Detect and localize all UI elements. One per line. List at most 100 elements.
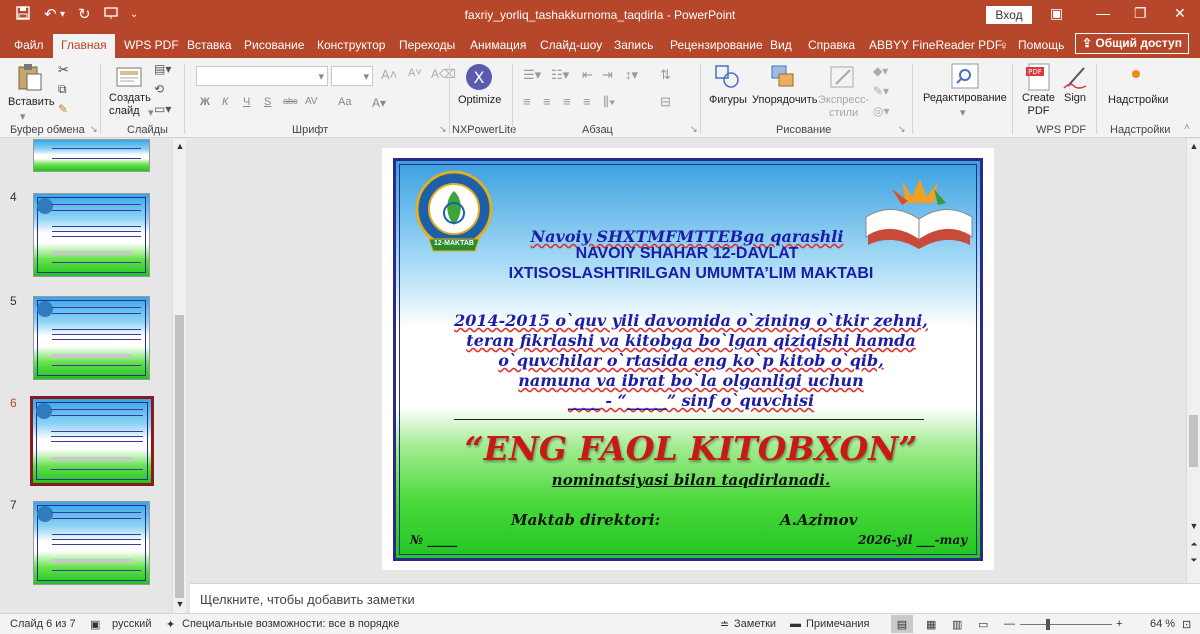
cut-icon[interactable]: ✂ [58,62,69,78]
share-button[interactable]: ⇪ Общий доступ [1075,33,1189,54]
scroll-thumb[interactable] [1189,415,1198,467]
find-icon[interactable] [950,62,980,92]
notes-button[interactable]: Заметки [734,618,776,630]
collapse-ribbon-icon[interactable]: ˄ [1184,122,1190,133]
font-launcher-icon[interactable]: ↘ [439,124,447,135]
slide-thumbnail-5[interactable] [33,296,150,380]
italic-button[interactable]: К [222,96,228,108]
tab-wps-pdf[interactable]: WPS PDF [124,38,179,52]
slide-thumbnail-3[interactable] [33,139,150,172]
slide-sorter-icon[interactable]: ▦ [926,618,936,631]
optimize-button[interactable]: Optimize [458,94,501,107]
reading-view-icon[interactable]: ▥ [952,618,962,631]
zoom-slider-thumb[interactable] [1045,619,1050,630]
new-slide-icon[interactable] [114,62,144,92]
char-spacing-button[interactable]: AV [305,96,318,107]
paste-dropdown-icon[interactable]: ▾ [20,110,26,123]
increase-font-icon[interactable]: A˄ [381,67,397,82]
addins-icon[interactable] [1124,62,1154,92]
sign-button[interactable]: Sign [1064,92,1086,105]
close-icon[interactable]: ✕ [1174,5,1186,22]
tab-file[interactable]: Файл [14,38,44,52]
font-name-select[interactable]: ▾ [196,66,328,86]
spellcheck-icon[interactable]: ▣ [90,618,100,631]
fit-to-window-icon[interactable]: ⊡ [1182,618,1191,631]
tab-view[interactable]: Вид [770,38,792,52]
language-indicator[interactable]: русский [112,618,151,630]
editing-dropdown-icon[interactable]: ▾ [960,106,966,119]
quick-styles-button[interactable]: Экспресс- стили [818,94,869,120]
tab-record[interactable]: Запись [614,38,653,52]
shapes-button[interactable]: Фигуры [709,94,747,107]
thumbnail-scrollbar[interactable]: ▲ ▼ [172,139,186,613]
text-direction-icon[interactable]: ⇅ [660,67,671,83]
decrease-font-icon[interactable]: A˅ [408,67,422,79]
columns-icon[interactable]: ⫼▾ [603,94,615,110]
scroll-down-icon[interactable]: ▼ [1187,521,1200,531]
align-left-icon[interactable]: ≡ [523,94,531,109]
tab-draw[interactable]: Рисование [244,38,304,52]
shapes-icon[interactable] [712,62,742,92]
previous-slide-icon[interactable]: ⏶ [1187,539,1200,550]
align-center-icon[interactable]: ≡ [543,94,551,109]
slide-counter[interactable]: Слайд 6 из 7 [10,618,76,630]
reset-icon[interactable]: ⟲ [154,82,164,96]
copy-icon[interactable]: ⧉ [58,82,67,97]
notes-pane[interactable]: Щелкните, чтобы добавить заметки [190,583,1200,613]
quick-styles-icon[interactable] [828,62,858,92]
tab-review[interactable]: Рецензирование [670,38,763,52]
section-icon[interactable]: ▭▾ [154,102,171,116]
shadow-button[interactable]: S [264,96,271,108]
tab-abbyy[interactable]: ABBYY FineReader PDF [869,38,1002,52]
arrange-icon[interactable] [768,62,798,92]
line-spacing-icon[interactable]: ↕▾ [625,67,638,83]
increase-indent-icon[interactable]: ⇥ [602,67,613,83]
create-pdf-button[interactable]: Create PDF [1022,92,1055,118]
create-pdf-icon[interactable]: PDF [1024,62,1054,92]
numbering-icon[interactable]: ☷▾ [551,67,569,83]
new-slide-button[interactable]: Создать слайд [109,92,151,118]
editing-button[interactable]: Редактирование [923,92,1007,105]
bullets-icon[interactable]: ☰▾ [523,67,541,83]
zoom-slider[interactable] [1020,624,1112,625]
shape-effects-icon[interactable]: ◎▾ [873,104,890,118]
accessibility-status[interactable]: Специальные возможности: все в порядке [182,618,399,630]
notes-icon[interactable]: ≐ [720,618,729,631]
tab-slideshow[interactable]: Слайд-шоу [540,38,602,52]
format-painter-icon[interactable]: ✎ [58,102,68,116]
addins-button[interactable]: Надстройки [1108,94,1168,107]
scroll-thumb[interactable] [175,315,184,598]
slide-thumbnail-7[interactable] [33,501,150,585]
sign-icon[interactable] [1060,62,1090,92]
slide-thumbnail-6[interactable] [30,396,154,486]
decrease-indent-icon[interactable]: ⇤ [582,67,593,83]
shape-fill-icon[interactable]: ◆▾ [873,64,888,78]
lightbulb-icon[interactable]: ♀ [999,38,1009,53]
normal-view-icon[interactable]: ▤ [891,615,913,633]
scroll-up-icon[interactable]: ▲ [1187,141,1200,151]
align-right-icon[interactable]: ≡ [563,94,571,109]
change-case-button[interactable]: Aa [338,96,351,108]
maximize-icon[interactable]: ❐ [1134,5,1147,22]
clipboard-launcher-icon[interactable]: ↘ [90,124,98,135]
underline-button[interactable]: Ч [243,96,250,108]
accessibility-icon[interactable]: ✦ [166,618,175,631]
minimize-icon[interactable]: — [1096,5,1110,21]
scroll-up-icon[interactable]: ▲ [173,141,187,151]
tab-help[interactable]: Справка [808,38,855,52]
zoom-out-icon[interactable]: — [1004,618,1015,630]
zoom-level[interactable]: 64 % [1150,618,1175,630]
next-slide-icon[interactable]: ⏷ [1187,555,1200,566]
justify-icon[interactable]: ≡ [583,94,591,109]
tab-insert[interactable]: Вставка [187,38,232,52]
tab-tell-me[interactable]: Помощь [1018,38,1064,52]
strikethrough-button[interactable]: abc [283,96,298,106]
optimize-icon[interactable]: X [464,62,494,92]
arrange-button[interactable]: Упорядочить [752,94,817,107]
bold-button[interactable]: Ж [200,96,210,108]
tab-home[interactable]: Главная [53,34,115,58]
font-size-select[interactable]: ▾ [331,66,373,86]
canvas-scrollbar[interactable]: ▲ ▼ ⏶ ⏷ [1186,139,1200,583]
tab-design[interactable]: Конструктор [317,38,385,52]
ribbon-display-options-icon[interactable]: ▣ [1050,5,1063,22]
